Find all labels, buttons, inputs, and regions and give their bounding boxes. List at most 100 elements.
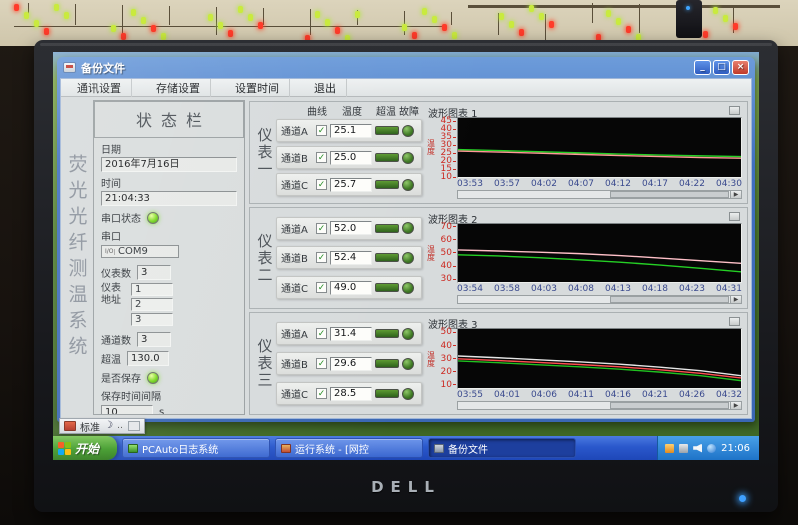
menu-bar: 通讯设置 存储设置 设置时间 退出: [61, 79, 751, 97]
wall-device: [676, 0, 702, 38]
menu-storage-settings[interactable]: 存储设置: [146, 79, 211, 97]
ime-language-bar[interactable]: 标准 ☽ ‥: [59, 418, 145, 434]
scrollbar-right-icon[interactable]: ▶: [730, 402, 741, 409]
taskbar-button-backup[interactable]: 备份文件: [428, 438, 576, 458]
plot-area: [457, 223, 742, 284]
serial-port-select[interactable]: I/O COM9: [101, 245, 179, 258]
chart-scale-button[interactable]: [729, 106, 740, 115]
start-button[interactable]: 开始: [53, 436, 117, 460]
menu-exit[interactable]: 退出: [304, 79, 347, 97]
menu-comm-settings[interactable]: 通讯设置: [67, 79, 132, 97]
chart-scale-button[interactable]: [729, 317, 740, 326]
curve-checkbox[interactable]: ✓: [316, 223, 327, 234]
chart-scale-button[interactable]: [729, 212, 740, 221]
x-tick-label: 04:17: [642, 179, 668, 189]
date-value: 2016年7月16日: [101, 157, 237, 172]
panel-led: [64, 12, 69, 19]
panel-led: [402, 24, 407, 31]
channel-row: 通道C ✓ 25.7: [276, 173, 422, 196]
maximize-button[interactable]: □: [713, 60, 730, 75]
panel-led: [218, 22, 223, 29]
tray-display-icon[interactable]: [679, 444, 688, 453]
panel-led: [258, 22, 263, 29]
meter-count-label: 仪表数: [101, 265, 131, 280]
status-panel: 状态栏 日期 2016年7月16日 时间 21:04:33 串口状态 串口: [93, 100, 245, 415]
temperature-value: 52.4: [330, 251, 372, 265]
save-interval-input[interactable]: 10: [101, 405, 153, 415]
monitor-power-led[interactable]: [739, 495, 746, 502]
channel-label: 通道B: [281, 356, 313, 371]
chart-scrollbar[interactable]: ▶: [457, 295, 742, 304]
close-button[interactable]: ×: [732, 60, 749, 75]
title-bar[interactable]: 备份文件 _ □ ×: [60, 57, 752, 78]
scrollbar-right-icon[interactable]: ▶: [730, 191, 741, 198]
panel-led: [238, 6, 243, 13]
ime-keyboard-icon[interactable]: [64, 421, 76, 431]
panel-led: [549, 21, 554, 28]
panel-led: [606, 10, 611, 17]
diagram-line: [592, 3, 593, 23]
ime-options-icon[interactable]: ‥: [117, 421, 124, 431]
curve-checkbox[interactable]: ✓: [316, 282, 327, 293]
taskbar-button-log-system[interactable]: PCAuto日志系统: [122, 438, 270, 458]
tray-network-icon[interactable]: [707, 444, 716, 453]
x-tick-label: 03:57: [494, 179, 520, 189]
system-tray: 21:06: [657, 436, 759, 460]
tray-app-icon[interactable]: [665, 444, 674, 453]
panel-led: [208, 14, 213, 21]
minimize-button[interactable]: _: [694, 60, 711, 75]
app-vertical-title: 荧光光纤测温系统: [61, 100, 93, 415]
curve-checkbox[interactable]: ✓: [316, 388, 327, 399]
panel-led: [432, 16, 437, 23]
overtemp-setting-input[interactable]: 130.0: [127, 351, 169, 366]
diagram-line: [75, 4, 76, 25]
scrollbar-thumb[interactable]: [610, 296, 729, 303]
scrollbar-right-icon[interactable]: ▶: [730, 296, 741, 303]
panel-led: [315, 11, 320, 18]
curve-checkbox[interactable]: ✓: [316, 252, 327, 263]
panel-led: [151, 25, 156, 32]
curve-checkbox[interactable]: ✓: [316, 358, 327, 369]
curve-checkbox[interactable]: ✓: [316, 179, 327, 190]
panel-led: [733, 23, 738, 30]
y-tick-label: 20: [441, 368, 456, 376]
x-tick-label: 03:54: [457, 284, 483, 294]
panel-led: [111, 25, 116, 32]
diagram-line: [263, 8, 264, 25]
scrollbar-thumb[interactable]: [610, 191, 729, 198]
meter-addr-1[interactable]: 1: [131, 283, 173, 296]
ime-softkeyboard-icon[interactable]: [128, 421, 140, 431]
x-tick-label: 04:01: [494, 390, 520, 400]
meter-name: 仪表一: [254, 104, 276, 201]
chart-scrollbar[interactable]: ▶: [457, 190, 742, 199]
volume-icon[interactable]: [693, 444, 702, 453]
ime-mode-label[interactable]: 标准: [80, 419, 100, 434]
chart-scrollbar[interactable]: ▶: [457, 401, 742, 410]
meter-count-input[interactable]: 3: [137, 265, 171, 280]
channel-count-input[interactable]: 3: [137, 332, 171, 347]
y-tick-label: 70: [441, 223, 456, 231]
fault-led: [402, 328, 414, 340]
x-tick-label: 04:07: [568, 179, 594, 189]
menu-set-time[interactable]: 设置时间: [225, 79, 290, 97]
fault-led: [402, 252, 414, 264]
temperature-value: 25.7: [330, 178, 372, 192]
ime-moon-icon[interactable]: ☽: [104, 421, 113, 431]
save-toggle-led[interactable]: [147, 372, 159, 384]
panel-led: [412, 32, 417, 39]
curve-checkbox[interactable]: ✓: [316, 152, 327, 163]
y-axis-ticks: 5040302010: [436, 328, 457, 389]
overtemp-indicator: [375, 359, 399, 368]
panel-led: [54, 4, 59, 11]
temperature-value: 31.4: [330, 327, 372, 341]
meter-addr-2[interactable]: 2: [131, 298, 173, 311]
taskbar-button-run-system[interactable]: 运行系统 - [网控: [275, 438, 423, 458]
waveform-chart-1: 波形图表 1 温度 4540353025201510 03:5303:5704:…: [422, 104, 743, 201]
waveform-chart-3: 波形图表 3 温度 5040302010 03:5504:0104:0604:1…: [422, 315, 743, 412]
curve-checkbox[interactable]: ✓: [316, 328, 327, 339]
curve-checkbox[interactable]: ✓: [316, 125, 327, 136]
scrollbar-thumb[interactable]: [610, 402, 729, 409]
meter-addr-3[interactable]: 3: [131, 313, 173, 326]
panel-led: [161, 33, 166, 40]
taskbar-clock[interactable]: 21:06: [721, 443, 750, 454]
